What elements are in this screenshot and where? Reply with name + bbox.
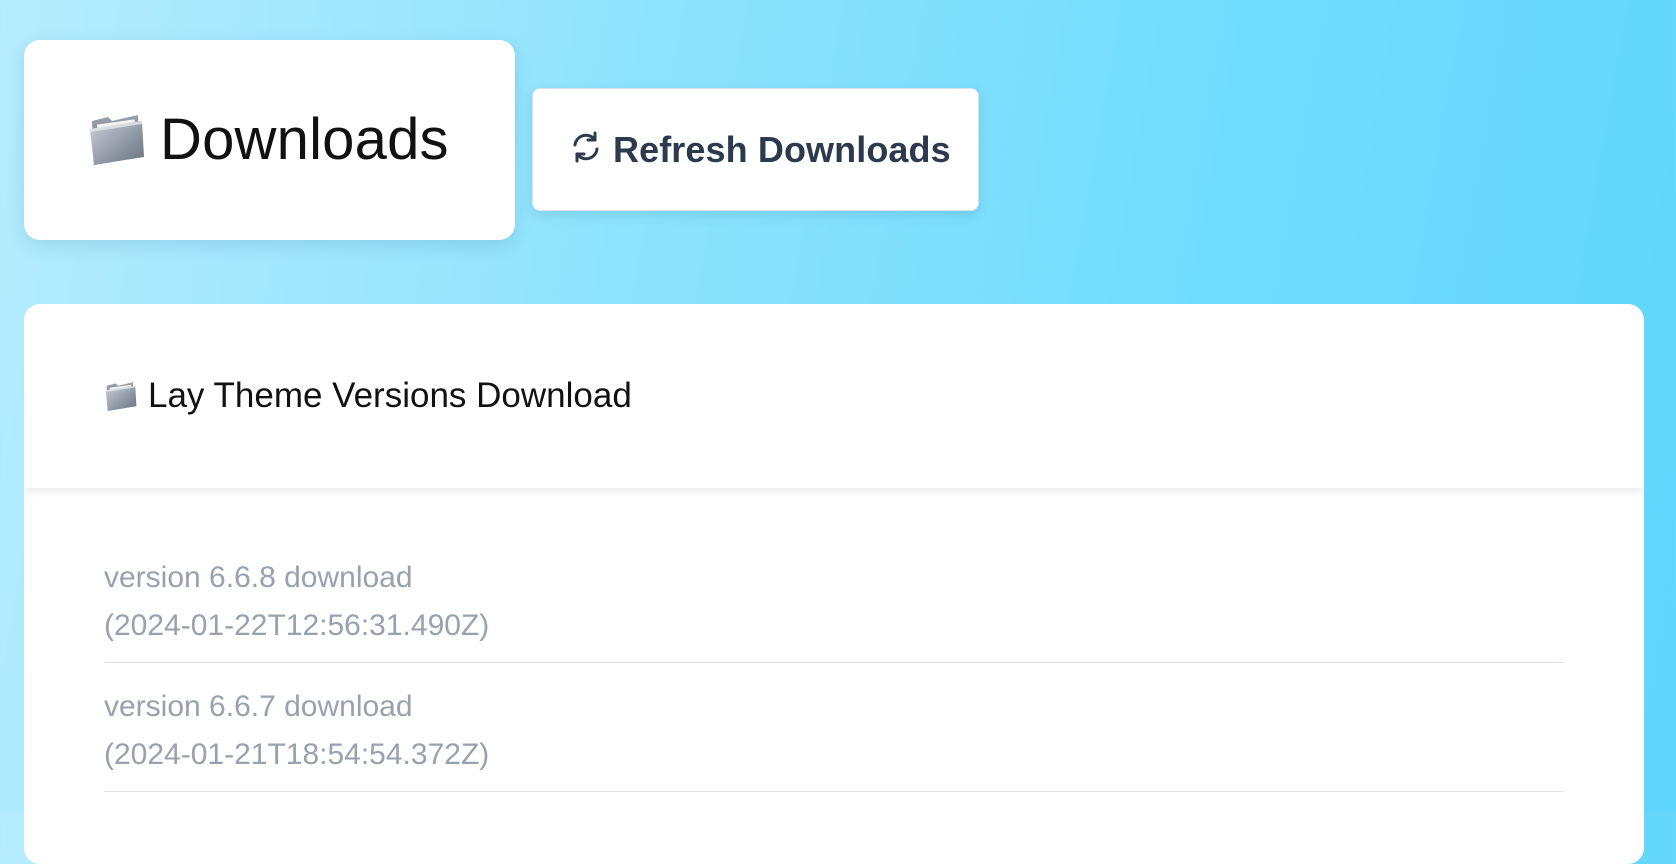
refresh-downloads-label: Refresh Downloads (613, 128, 951, 170)
folder-icon (104, 380, 138, 412)
page-title: Downloads (160, 106, 449, 172)
versions-card: Lay Theme Versions Download version 6.6.… (24, 304, 1644, 864)
header-title-group: Downloads (88, 106, 449, 173)
version-list: version 6.6.8 download (2024-01-22T12:56… (104, 554, 1564, 812)
version-item[interactable]: version 6.6.8 download (2024-01-22T12:56… (104, 554, 1564, 663)
version-timestamp: (2024-01-21T18:54:54.372Z) (104, 738, 490, 771)
card-title: Lay Theme Versions Download (148, 376, 632, 415)
version-label[interactable]: version 6.6.7 download (104, 683, 1564, 731)
version-timestamp: (2024-01-22T12:56:31.490Z) (104, 609, 490, 642)
refresh-icon (571, 131, 601, 168)
header-card: Downloads (24, 40, 515, 240)
folder-icon (88, 111, 146, 167)
version-item[interactable]: version 6.6.7 download (2024-01-21T18:54… (104, 683, 1564, 792)
card-header: Lay Theme Versions Download (24, 304, 1644, 488)
refresh-downloads-button[interactable]: Refresh Downloads (532, 88, 979, 211)
version-label[interactable]: version 6.6.8 download (104, 554, 1564, 602)
